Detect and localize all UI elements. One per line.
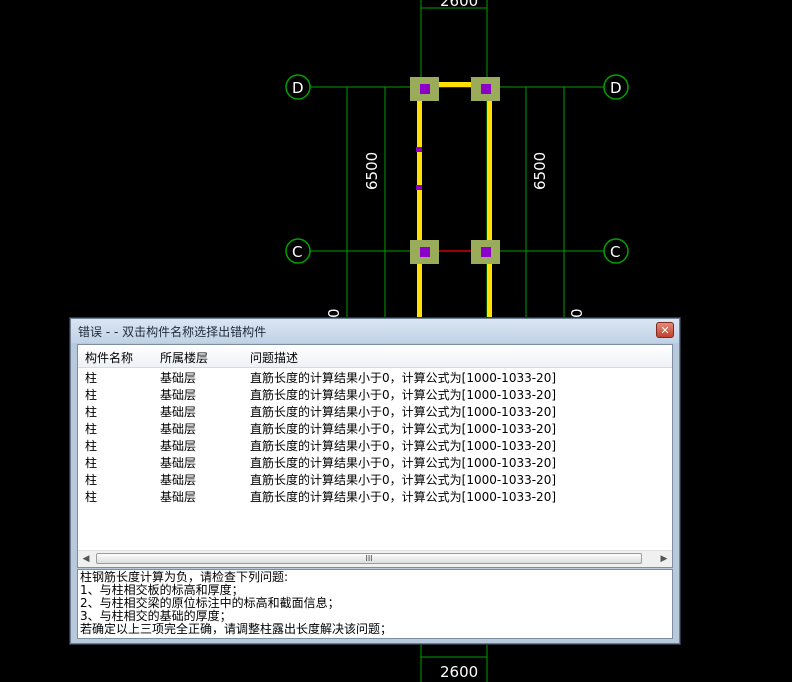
cell-component[interactable]: 柱 (85, 420, 97, 437)
svg-text:C: C (292, 243, 302, 261)
dim-left-label: 6500 (363, 152, 381, 190)
axis-d-left: D (285, 74, 311, 100)
cell-description: 直筋长度的计算结果小于0，计算公式为[1000-1033-20] (250, 405, 557, 419)
column-header-floor[interactable]: 所属楼层 (160, 349, 208, 366)
list-header: 构件名称 所属楼层 问题描述 (78, 345, 672, 368)
table-row[interactable]: 柱 基础层 直筋长度的计算结果小于0，计算公式为[1000-1033-20] (78, 368, 672, 385)
cell-component[interactable]: 柱 (85, 369, 97, 386)
cell-floor: 基础层 (160, 456, 197, 470)
cell-floor: 基础层 (160, 439, 197, 453)
horizontal-scrollbar[interactable]: ◀ III ▶ (78, 550, 672, 567)
cell-description: 直筋长度的计算结果小于0，计算公式为[1000-1033-20] (250, 422, 557, 436)
close-icon[interactable]: ✕ (656, 322, 674, 338)
svg-text:D: D (292, 79, 304, 97)
partial-dim-left: 0 (325, 308, 343, 318)
cell-floor: 基础层 (160, 473, 197, 487)
scroll-thumb[interactable]: III (96, 553, 642, 564)
column-header-name[interactable]: 构件名称 (85, 349, 133, 366)
svg-text:C: C (610, 243, 620, 261)
cell-description: 直筋长度的计算结果小于0，计算公式为[1000-1033-20] (250, 456, 557, 470)
svg-text:D: D (610, 79, 622, 97)
table-row[interactable]: 柱 基础层 直筋长度的计算结果小于0，计算公式为[1000-1033-20] (78, 436, 672, 453)
dialog-title: 错误 - - 双击构件名称选择出错构件 (78, 325, 267, 339)
dim-bottom-label: 2600 (440, 663, 478, 681)
scroll-right-icon[interactable]: ▶ (656, 551, 672, 567)
table-row[interactable]: 柱 基础层 直筋长度的计算结果小于0，计算公式为[1000-1033-20] (78, 487, 672, 504)
dim-right-label: 6500 (531, 152, 549, 190)
detail-line: 若确定以上三项完全正确，请调整柱露出长度解决该问题； (80, 622, 393, 636)
cell-component[interactable]: 柱 (85, 386, 97, 403)
cell-floor: 基础层 (160, 490, 197, 504)
error-dialog[interactable]: 错误 - - 双击构件名称选择出错构件 ✕ 构件名称 所属楼层 问题描述 柱 基… (70, 318, 680, 644)
cell-description: 直筋长度的计算结果小于0，计算公式为[1000-1033-20] (250, 490, 557, 504)
table-row[interactable]: 柱 基础层 直筋长度的计算结果小于0，计算公式为[1000-1033-20] (78, 470, 672, 487)
cell-component[interactable]: 柱 (85, 488, 97, 505)
problem-detail-panel: 柱钢筋长度计算为负，请检查下列问题: 1、与柱相交板的标高和厚度； 2、与柱相交… (77, 569, 673, 639)
table-row[interactable]: 柱 基础层 直筋长度的计算结果小于0，计算公式为[1000-1033-20] (78, 419, 672, 436)
cell-description: 直筋长度的计算结果小于0，计算公式为[1000-1033-20] (250, 439, 557, 453)
list-rows: 柱 基础层 直筋长度的计算结果小于0，计算公式为[1000-1033-20] 柱… (78, 368, 672, 504)
cell-component[interactable]: 柱 (85, 437, 97, 454)
cell-description: 直筋长度的计算结果小于0，计算公式为[1000-1033-20] (250, 388, 557, 402)
column-header-description[interactable]: 问题描述 (250, 349, 298, 366)
cell-floor: 基础层 (160, 405, 197, 419)
cell-component[interactable]: 柱 (85, 454, 97, 471)
scroll-left-icon[interactable]: ◀ (78, 551, 94, 567)
scroll-grip: III (365, 554, 373, 563)
axis-d-right: D (603, 74, 629, 100)
cell-component[interactable]: 柱 (85, 403, 97, 420)
cell-component[interactable]: 柱 (85, 471, 97, 488)
table-row[interactable]: 柱 基础层 直筋长度的计算结果小于0，计算公式为[1000-1033-20] (78, 453, 672, 470)
dim-top-label: 2600 (440, 0, 478, 10)
axis-c-left: C (285, 238, 311, 264)
table-row[interactable]: 柱 基础层 直筋长度的计算结果小于0，计算公式为[1000-1033-20] (78, 402, 672, 419)
grid-lines (310, 86, 604, 318)
axis-c-right: C (603, 238, 629, 264)
cell-floor: 基础层 (160, 371, 197, 385)
cell-description: 直筋长度的计算结果小于0，计算公式为[1000-1033-20] (250, 371, 557, 385)
cell-description: 直筋长度的计算结果小于0，计算公式为[1000-1033-20] (250, 473, 557, 487)
dialog-titlebar[interactable]: 错误 - - 双击构件名称选择出错构件 ✕ (71, 319, 679, 343)
cell-floor: 基础层 (160, 422, 197, 436)
error-list[interactable]: 构件名称 所属楼层 问题描述 柱 基础层 直筋长度的计算结果小于0，计算公式为[… (77, 344, 673, 568)
cell-floor: 基础层 (160, 388, 197, 402)
beams[interactable] (417, 82, 492, 318)
table-row[interactable]: 柱 基础层 直筋长度的计算结果小于0，计算公式为[1000-1033-20] (78, 385, 672, 402)
partial-dim-right: 0 (568, 308, 586, 318)
